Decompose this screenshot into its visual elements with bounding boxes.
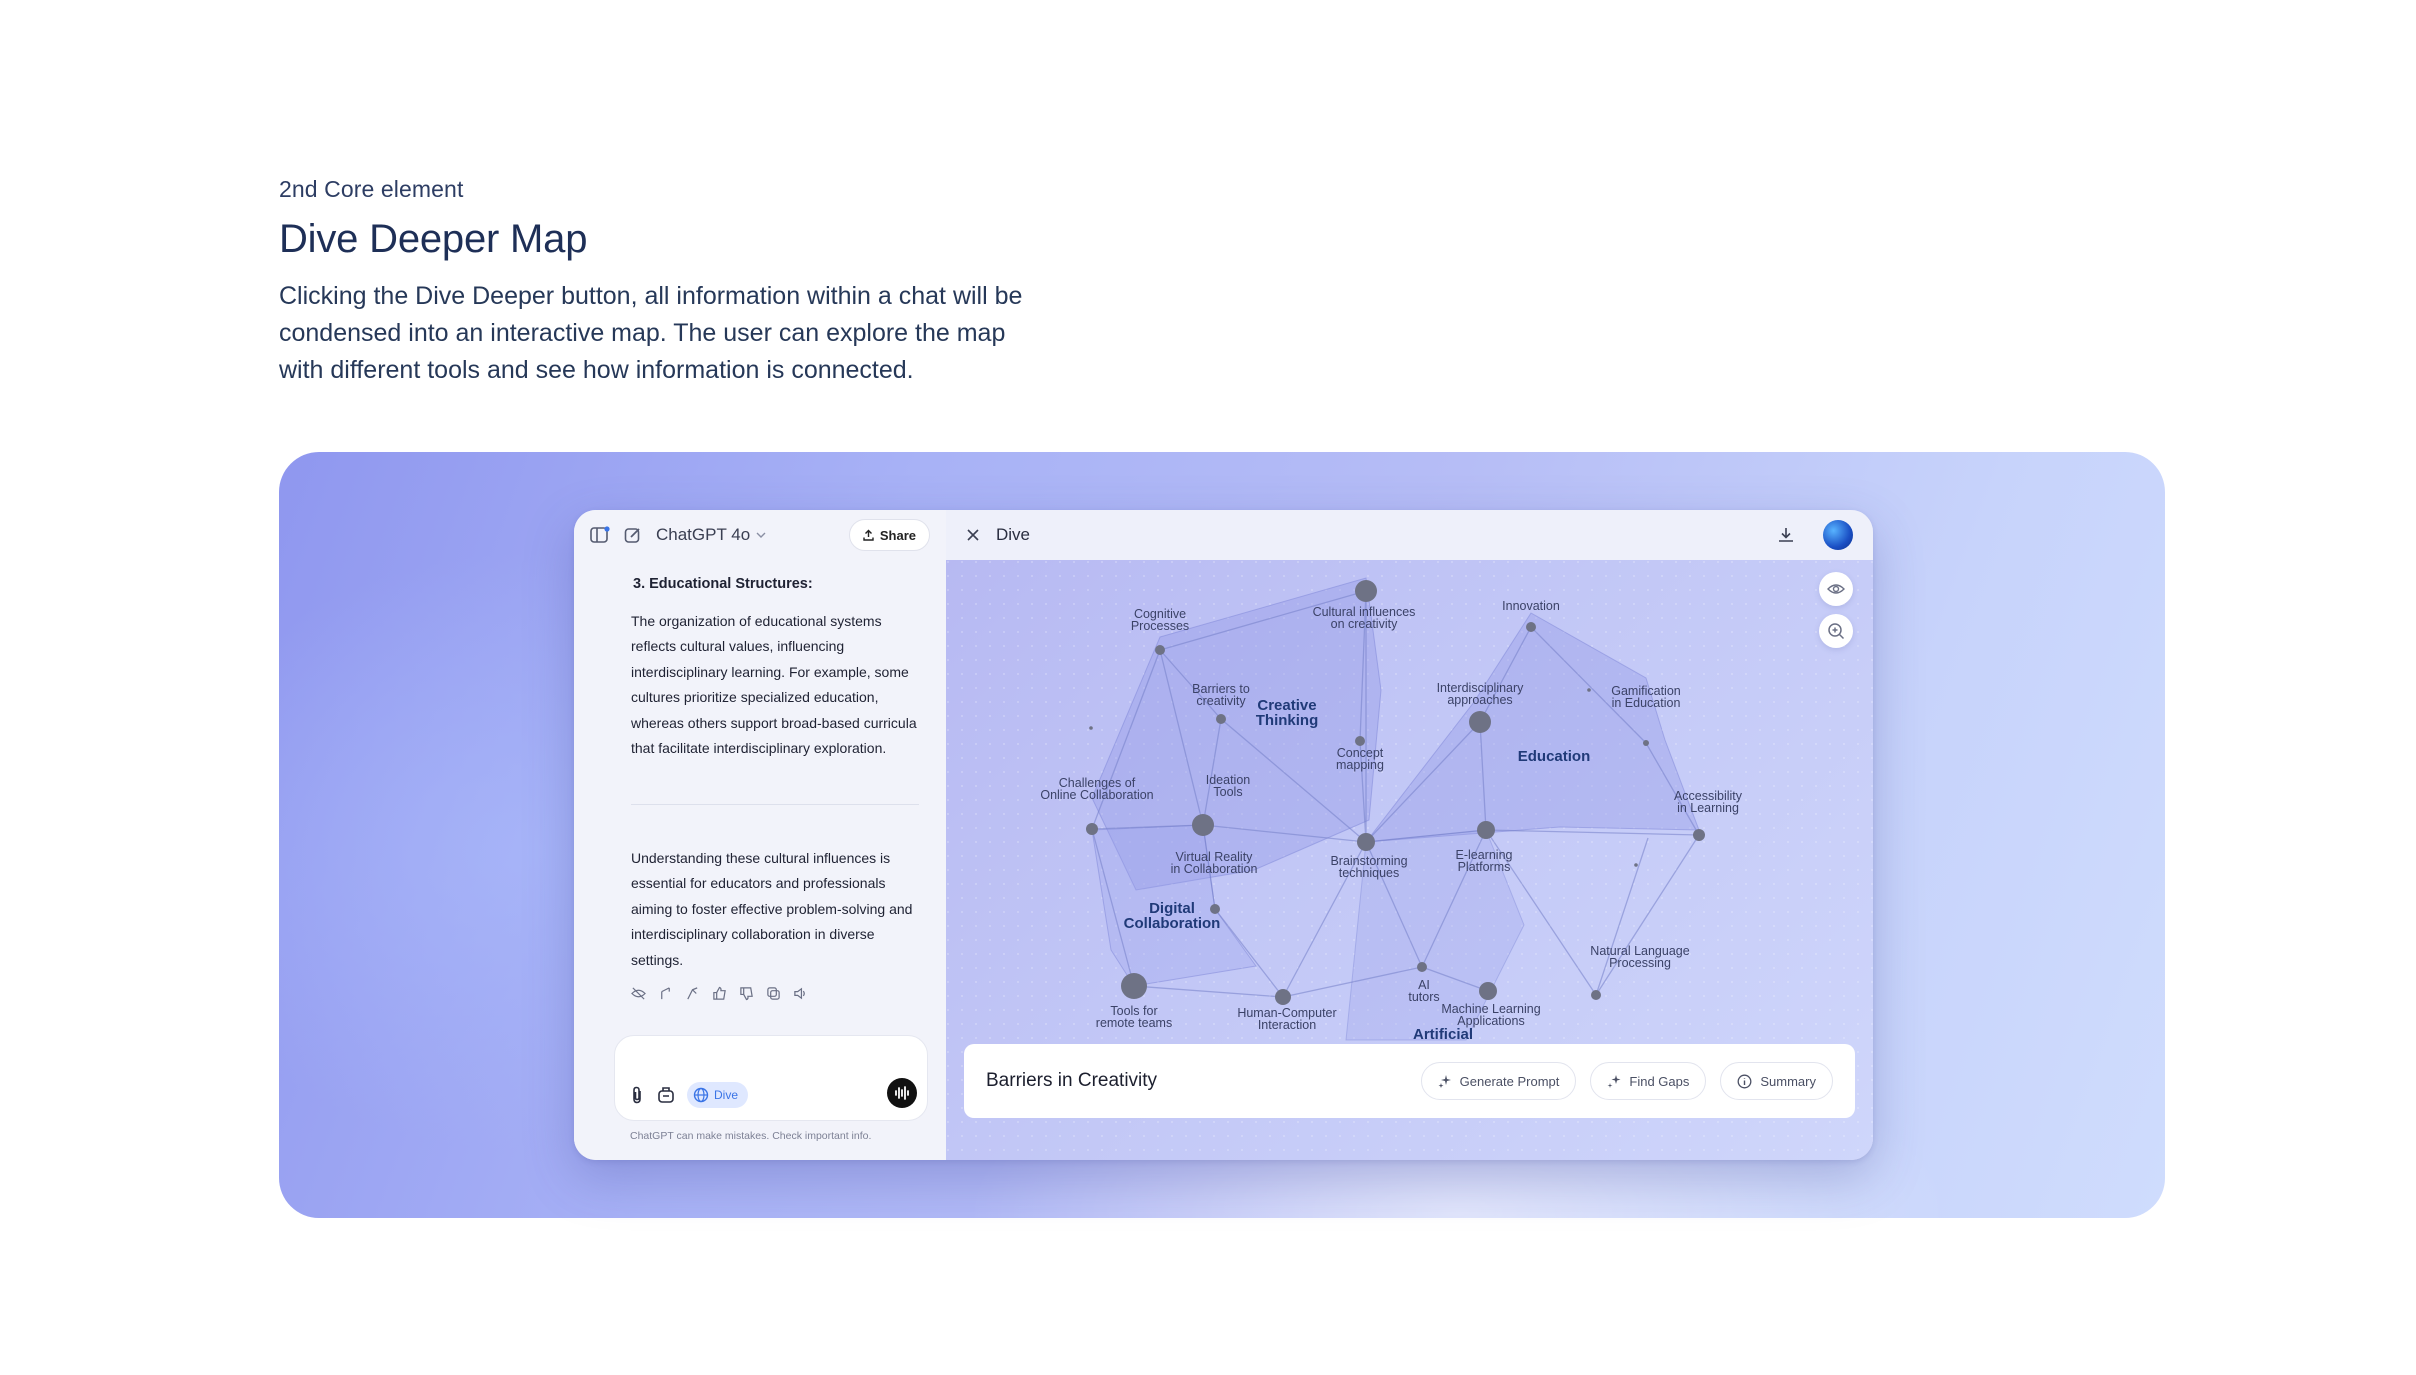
info-icon [1737,1074,1752,1088]
generate-prompt-button[interactable]: Generate Prompt [1420,1062,1577,1100]
find-gaps-button[interactable]: Find Gaps [1590,1062,1707,1100]
map-node[interactable] [1693,829,1705,841]
message-heading: 3. Educational Structures: [633,576,813,592]
sparkle-icon [1438,1075,1451,1088]
read-aloud-icon[interactable] [793,986,808,1001]
map-node[interactable] [1417,962,1427,972]
node-label-vr: Virtual Reality in Collaboration [1171,850,1258,876]
node-label-interdisciplinary: Interdisciplinary approaches [1437,681,1525,707]
sidebar-toggle-icon[interactable] [590,526,610,544]
cluster-label-artificial: Artificial [1413,1026,1473,1043]
model-selector[interactable]: ChatGPT 4o [656,525,766,545]
map-node[interactable] [1479,982,1497,1000]
message-divider [631,803,919,805]
dive-toggle[interactable]: Dive [687,1082,749,1108]
generate-prompt-label: Generate Prompt [1459,1073,1560,1089]
chevron-down-icon [756,532,766,538]
map-node[interactable] [1477,821,1495,839]
visibility-button[interactable] [1819,572,1853,606]
selected-topic-title: Barriers in Creativity [986,1070,1158,1091]
map-node[interactable] [1591,990,1601,1000]
app-window: ChatGPT 4o Share 3. Educational Structur… [574,510,1873,1160]
waveform-icon [895,1086,909,1100]
map-node[interactable] [1155,645,1165,655]
node-label-accessibility: Accessibility in Learning [1674,789,1743,815]
upload-icon [863,529,874,541]
chat-header: ChatGPT 4o Share [574,510,946,560]
summary-button[interactable]: Summary [1720,1062,1833,1100]
chat-messages: 3. Educational Structures: The organizat… [574,560,946,1001]
zoom-in-icon [1828,623,1845,640]
selection-bar: Barriers in Creativity Generate Prompt F… [964,1044,1855,1118]
map-title: Dive [996,525,1031,544]
composer-tools: Dive [629,1082,749,1108]
avatar[interactable] [1823,520,1853,550]
dive-label: Dive [714,1088,739,1102]
dive-map-panel: Dive Cognitive Processes Cultural influe… [946,510,1873,1160]
tools-icon[interactable] [657,1086,675,1104]
message-paragraph: Understanding these cultural influences … [631,849,913,968]
download-icon[interactable] [1777,526,1795,544]
map-node[interactable] [1216,714,1226,724]
node-label-barriers: Barriers to creativity [1192,682,1250,708]
map-node[interactable] [1526,622,1536,632]
node-label-gamification: Gamification in Education [1611,684,1681,710]
map-node[interactable] [1355,736,1365,746]
map-node[interactable] [1210,904,1220,914]
selection-actions: Generate Prompt Find Gaps Summary [1420,1062,1833,1100]
node-label-cognitive: Cognitive Processes [1131,607,1189,633]
node-label-brainstorming: Brainstorming techniques [1330,854,1407,880]
hide-icon[interactable] [631,986,646,1001]
disclaimer-text: ChatGPT can make mistakes. Check importa… [630,1130,872,1142]
map-node[interactable] [1587,688,1591,692]
new-chat-icon[interactable] [624,526,642,544]
branch-icon[interactable] [658,986,673,1001]
message-paragraph: The organization of educational systems … [631,612,917,757]
map-node[interactable] [1634,863,1638,867]
multi-branch-icon[interactable] [685,986,700,1001]
sparkle-icon [1607,1075,1621,1088]
thumbs-up-icon[interactable] [712,986,727,1001]
close-icon[interactable] [966,528,980,542]
map-node[interactable] [1089,726,1093,730]
eye-icon [1827,584,1845,594]
map-node[interactable] [1643,740,1649,746]
message-composer[interactable]: Dive [614,1035,928,1121]
map-node[interactable] [1355,580,1377,602]
attach-icon[interactable] [629,1086,645,1104]
model-label: ChatGPT 4o [656,525,751,544]
map-node[interactable] [1192,814,1214,836]
zoom-button[interactable] [1819,614,1853,648]
share-label: Share [879,527,916,543]
chat-panel: ChatGPT 4o Share 3. Educational Structur… [574,510,946,1160]
map-node[interactable] [1357,833,1375,851]
node-label-innovation: Innovation [1502,599,1560,613]
section-eyebrow: 2nd Core element [279,176,464,202]
voice-mode-button[interactable] [887,1078,917,1108]
message-actions [631,986,918,1001]
map-header: Dive [946,510,1873,560]
cluster-label-creative: Creative Thinking [1256,697,1319,729]
map-node[interactable] [1086,823,1098,835]
map-node[interactable] [1121,973,1147,999]
globe-icon [693,1087,709,1103]
intro-section: 2nd Core element Dive Deeper Map Clickin… [279,176,1039,389]
cluster-label-education: Education [1518,748,1591,765]
share-button[interactable]: Share [848,519,930,551]
node-label-concept: Concept mapping [1336,746,1384,772]
summary-label: Summary [1760,1073,1816,1089]
page-title: Dive Deeper Map [279,217,588,261]
node-label-elearning: E-learning Platforms [1456,848,1513,874]
page-description: Clicking the Dive Deeper button, all inf… [279,282,1023,384]
copy-icon[interactable] [766,986,781,1001]
thumbs-down-icon[interactable] [739,986,754,1001]
map-node[interactable] [1275,989,1291,1005]
map-node[interactable] [1469,711,1491,733]
find-gaps-label: Find Gaps [1629,1073,1690,1089]
